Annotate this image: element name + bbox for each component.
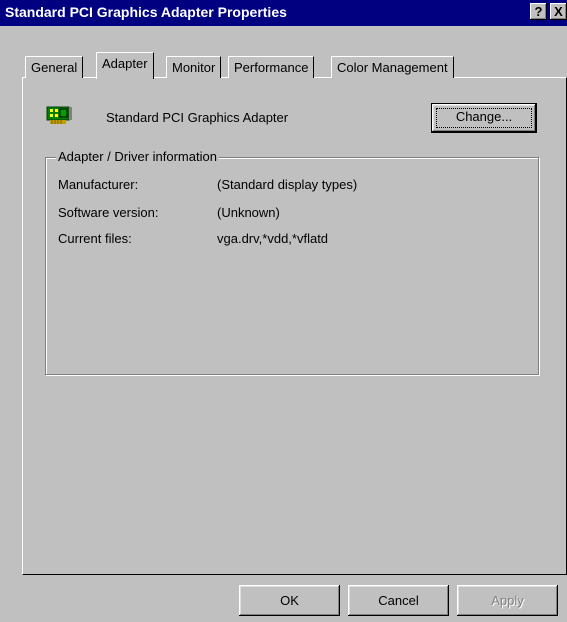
manufacturer-label: Manufacturer: xyxy=(58,177,139,192)
apply-button[interactable]: Apply xyxy=(457,585,558,616)
close-button[interactable]: X xyxy=(550,3,567,20)
tab-adapter[interactable]: Adapter xyxy=(96,52,154,79)
tab-performance[interactable]: Performance xyxy=(228,56,315,78)
software-version-value: (Unknown) xyxy=(217,205,280,220)
ok-button[interactable]: OK xyxy=(239,585,340,616)
current-files-label: Current files: xyxy=(58,231,132,246)
change-button-label: Change... xyxy=(455,109,513,124)
graphics-card-icon xyxy=(46,106,72,124)
title-bar: Standard PCI Graphics Adapter Properties… xyxy=(0,0,567,26)
change-button[interactable]: Change... xyxy=(431,103,537,133)
tab-monitor[interactable]: Monitor xyxy=(166,56,222,78)
cancel-button[interactable]: Cancel xyxy=(348,585,449,616)
adapter-name: Standard PCI Graphics Adapter xyxy=(106,110,289,125)
manufacturer-value: (Standard display types) xyxy=(217,177,358,192)
software-version-label: Software version: xyxy=(58,205,159,220)
current-files-value: vga.drv,*vdd,*vflatd xyxy=(217,231,329,246)
window-title: Standard PCI Graphics Adapter Properties xyxy=(5,4,287,20)
group-legend: Adapter / Driver information xyxy=(56,149,219,164)
tab-general[interactable]: General xyxy=(25,56,84,78)
help-button[interactable]: ? xyxy=(530,3,547,20)
tab-color-management[interactable]: Color Management xyxy=(331,56,454,78)
